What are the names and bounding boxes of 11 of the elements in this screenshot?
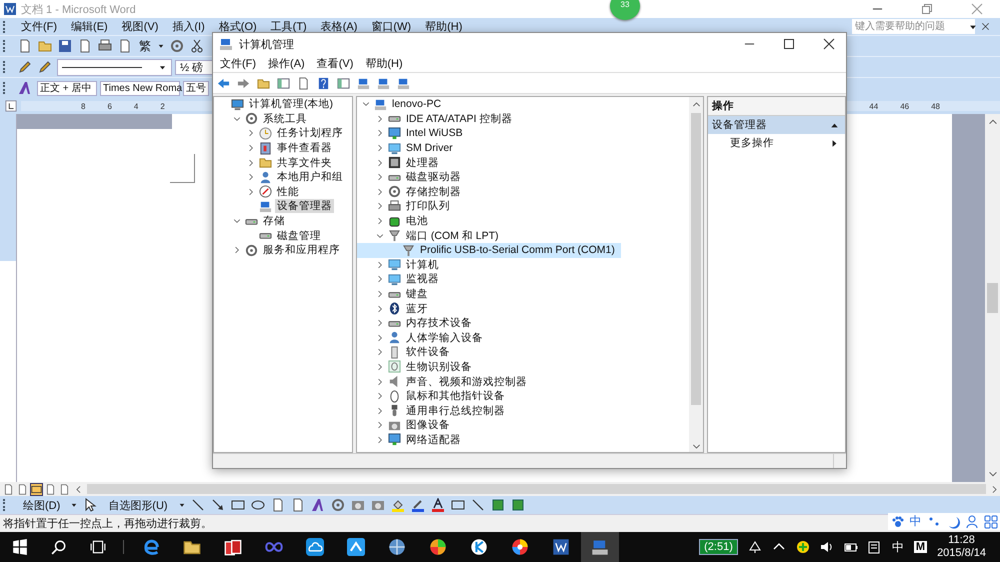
- ruler-number: 4: [134, 102, 138, 110]
- ruler-number: 48: [931, 102, 940, 110]
- ruler-number: 2: [160, 102, 165, 110]
- ruler-number: 44: [869, 102, 878, 110]
- ruler-number: 46: [900, 102, 910, 110]
- window-title: 文档 1 - Microsoft Word: [21, 2, 136, 16]
- ruler-number: 8: [81, 102, 86, 110]
- actions-header: 操作: [708, 97, 845, 116]
- ruler-number: 6: [107, 102, 112, 110]
- status-text: 将指针置于任一控点上，再拖动进行裁剪。: [3, 516, 212, 531]
- window-title: 计算机管理: [239, 38, 294, 52]
